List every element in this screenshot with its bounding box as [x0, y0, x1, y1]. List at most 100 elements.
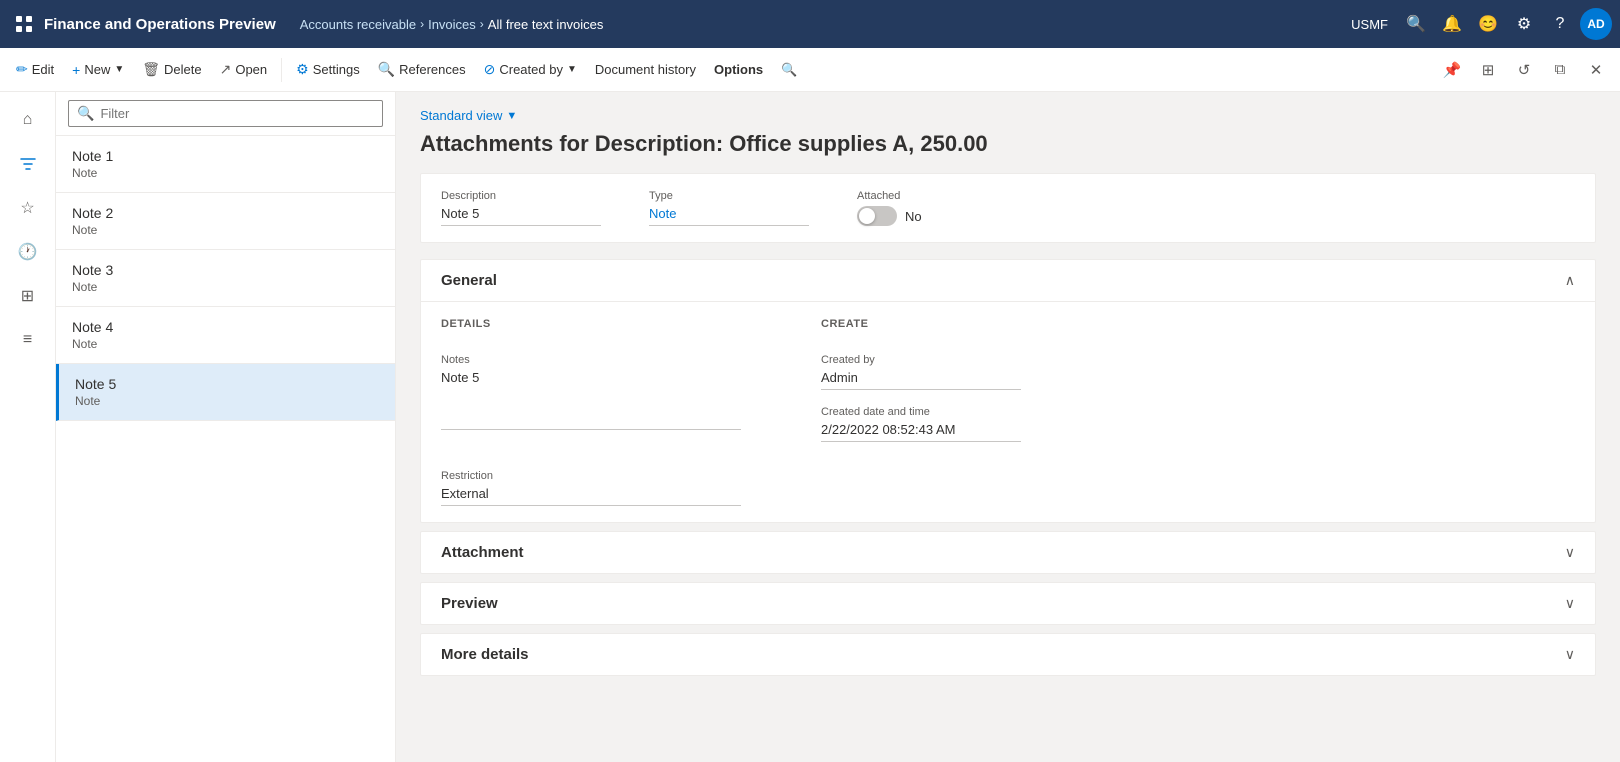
- create-col-header: CREATE: [821, 318, 1021, 330]
- more-details-chevron-icon: ∨: [1565, 646, 1575, 663]
- created-by-button[interactable]: ⊘ Created by ▼: [476, 57, 585, 82]
- top-fields: Description Note 5 Type Note Attached No: [420, 173, 1596, 243]
- breadcrumb-sep-1: ›: [420, 17, 424, 31]
- emoji-button[interactable]: 😊: [1472, 8, 1504, 40]
- created-by-field: Created by Admin: [821, 354, 1021, 390]
- more-details-section-title: More details: [441, 646, 529, 663]
- delete-button[interactable]: 🗑 Delete: [134, 57, 209, 82]
- notes-field: Notes Note 5: [441, 354, 741, 430]
- view-selector-chevron-icon: ▼: [506, 110, 517, 122]
- expand-button[interactable]: ⊞: [1472, 54, 1504, 86]
- toggle-wrap: No: [857, 206, 1017, 226]
- left-sidebar: ⌂ ☆ 🕐 ⊞ ≡: [0, 92, 56, 762]
- created-date-value: 2/22/2022 08:52:43 AM: [821, 422, 1021, 442]
- description-value: Note 5: [441, 206, 601, 226]
- sidebar-list-icon[interactable]: ≡: [8, 320, 48, 360]
- created-date-label: Created date and time: [821, 406, 1021, 418]
- list-item-selected[interactable]: Note 5 Note: [56, 364, 395, 421]
- general-section-title: General: [441, 272, 497, 289]
- general-chevron-icon: ∧: [1565, 272, 1575, 289]
- refresh-button[interactable]: ↺: [1508, 54, 1540, 86]
- toggle-knob: [859, 208, 875, 224]
- toolbar-search-button[interactable]: 🔍: [773, 58, 805, 82]
- notes-label: Notes: [441, 354, 741, 366]
- restriction-label: Restriction: [441, 470, 741, 482]
- sidebar-grid-icon[interactable]: ⊞: [8, 276, 48, 316]
- toolbar-right: 📌 ⊞ ↺ ⧉ ✕: [1436, 54, 1612, 86]
- type-value: Note: [649, 206, 809, 226]
- new-button[interactable]: + New ▼: [64, 58, 132, 82]
- created-by-label: Created by: [821, 354, 1021, 366]
- type-label: Type: [649, 190, 809, 202]
- list-item[interactable]: Note 3 Note: [56, 250, 395, 307]
- search-nav-button[interactable]: 🔍: [1400, 8, 1432, 40]
- more-details-section: More details ∨: [420, 633, 1596, 676]
- filter-input-wrap: 🔍: [68, 100, 383, 127]
- nav-right: USMF 🔍 🔔 😊 ⚙ ? AD: [1351, 8, 1612, 40]
- help-button[interactable]: ?: [1544, 8, 1576, 40]
- description-field-group: Description Note 5: [441, 190, 601, 226]
- page-title: Attachments for Description: Office supp…: [420, 131, 1596, 157]
- general-section: General ∧ DETAILS Notes Note 5 Restricti…: [420, 259, 1596, 523]
- list-item[interactable]: Note 1 Note: [56, 136, 395, 193]
- popout-button[interactable]: ⧉: [1544, 54, 1576, 86]
- notifications-button[interactable]: 🔔: [1436, 8, 1468, 40]
- preview-section-title: Preview: [441, 595, 498, 612]
- filter-icon: ⊘: [484, 61, 496, 78]
- filter-bar: 🔍: [56, 92, 395, 136]
- description-label: Description: [441, 190, 601, 202]
- breadcrumb-accounts-receivable[interactable]: Accounts receivable: [300, 17, 416, 32]
- general-columns: DETAILS Notes Note 5 Restriction Externa…: [441, 318, 1575, 506]
- attachment-section-header[interactable]: Attachment ∨: [421, 532, 1595, 573]
- avatar[interactable]: AD: [1580, 8, 1612, 40]
- attachment-section-title: Attachment: [441, 544, 524, 561]
- settings-icon: ⚙: [296, 61, 309, 78]
- delete-icon: 🗑: [142, 61, 160, 78]
- document-history-button[interactable]: Document history: [587, 58, 704, 81]
- view-selector[interactable]: Standard view ▼: [420, 108, 1596, 123]
- settings-nav-button[interactable]: ⚙: [1508, 8, 1540, 40]
- sidebar-home-icon[interactable]: ⌂: [8, 100, 48, 140]
- notes-value[interactable]: Note 5: [441, 370, 741, 430]
- open-icon: ↗: [220, 61, 232, 78]
- attachment-chevron-icon: ∨: [1565, 544, 1575, 561]
- sidebar-filter-icon[interactable]: [8, 144, 48, 184]
- attached-field-group: Attached No: [857, 190, 1017, 226]
- general-section-header[interactable]: General ∧: [421, 260, 1595, 302]
- sidebar-star-icon[interactable]: ☆: [8, 188, 48, 228]
- breadcrumb-sep-2: ›: [480, 17, 484, 31]
- sidebar-recent-icon[interactable]: 🕐: [8, 232, 48, 272]
- filter-input[interactable]: [100, 106, 374, 121]
- create-column: CREATE Created by Admin Created date and…: [821, 318, 1021, 506]
- toolbar: ✏ Edit + New ▼ 🗑 Delete ↗ Open ⚙ Setting…: [0, 48, 1620, 92]
- new-dropdown-icon: ▼: [114, 64, 124, 75]
- list-item[interactable]: Note 2 Note: [56, 193, 395, 250]
- breadcrumb: Accounts receivable › Invoices › All fre…: [300, 17, 1351, 32]
- app-menu-button[interactable]: [8, 8, 40, 40]
- breadcrumb-all-free-text-invoices[interactable]: All free text invoices: [488, 17, 604, 32]
- more-details-section-header[interactable]: More details ∨: [421, 634, 1595, 675]
- list-item[interactable]: Note 4 Note: [56, 307, 395, 364]
- preview-chevron-icon: ∨: [1565, 595, 1575, 612]
- created-by-value: Admin: [821, 370, 1021, 390]
- attached-label: Attached: [857, 190, 1017, 202]
- general-section-body: DETAILS Notes Note 5 Restriction Externa…: [421, 302, 1595, 522]
- settings-button[interactable]: ⚙ Settings: [288, 57, 368, 82]
- app-title: Finance and Operations Preview: [44, 16, 276, 33]
- preview-section-header[interactable]: Preview ∨: [421, 583, 1595, 624]
- detail-panel: Standard view ▼ Attachments for Descript…: [396, 92, 1620, 762]
- created-by-dropdown-icon: ▼: [567, 64, 577, 75]
- edit-button[interactable]: ✏ Edit: [8, 57, 62, 82]
- new-icon: +: [72, 62, 80, 78]
- filter-search-icon: 🔍: [77, 105, 94, 122]
- open-button[interactable]: ↗ Open: [212, 57, 276, 82]
- preview-section: Preview ∨: [420, 582, 1596, 625]
- references-button[interactable]: 🔍 References: [370, 57, 474, 82]
- pin-button[interactable]: 📌: [1436, 54, 1468, 86]
- options-button[interactable]: Options: [706, 58, 771, 81]
- list-items: Note 1 Note Note 2 Note Note 3 Note Note…: [56, 136, 395, 762]
- list-panel: 🔍 Note 1 Note Note 2 Note Note 3 Note No…: [56, 92, 396, 762]
- close-button[interactable]: ✕: [1580, 54, 1612, 86]
- attached-toggle[interactable]: [857, 206, 897, 226]
- breadcrumb-invoices[interactable]: Invoices: [428, 17, 476, 32]
